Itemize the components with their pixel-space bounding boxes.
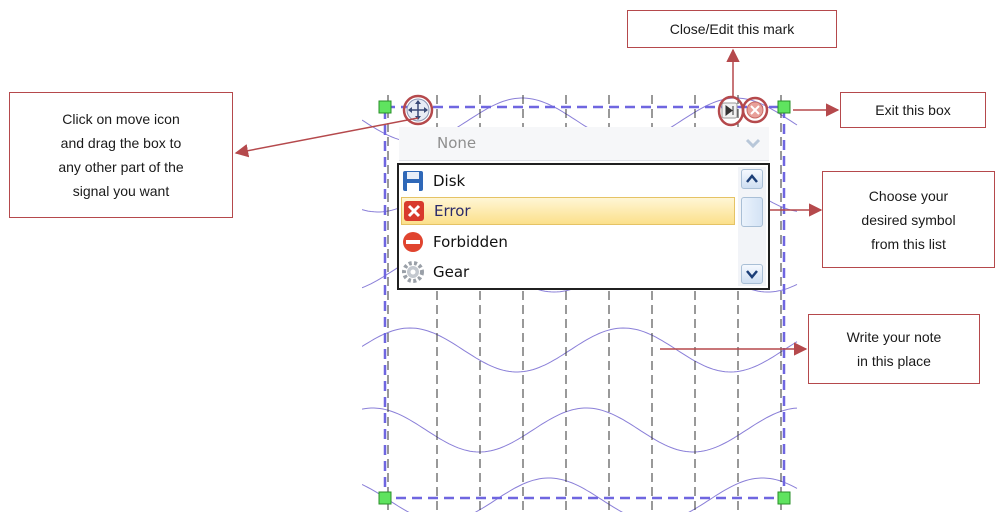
resize-handle-top-right[interactable] (777, 100, 791, 114)
list-item-error[interactable]: Error (401, 197, 735, 225)
callout-text: any other part of the (58, 159, 184, 175)
waveform-trace (362, 407, 798, 453)
resize-handle-top-left[interactable] (378, 100, 392, 114)
callout-text: from this list (871, 235, 946, 252)
symbol-dropdown-value: None (437, 134, 477, 152)
chevron-down-icon (746, 270, 758, 279)
chevron-up-icon (746, 174, 758, 183)
edit-mark-icon[interactable] (717, 95, 745, 127)
callout-note: Write your note in this place (808, 314, 980, 384)
list-item-forbidden[interactable]: Forbidden (401, 228, 735, 256)
scroll-up-button[interactable] (741, 169, 763, 189)
callout-text: Close/Edit this mark (669, 21, 795, 37)
callout-exit: Exit this box (840, 92, 986, 128)
scroll-thumb[interactable] (741, 197, 763, 227)
callout-text: and drag the box to (60, 135, 182, 151)
symbol-list[interactable]: Disk Error Forbidden Gear (397, 163, 770, 290)
waveform-trace (362, 477, 798, 512)
move-arrow (234, 117, 419, 158)
list-item-label: Error (434, 202, 471, 220)
list-scrollbar[interactable] (738, 167, 766, 286)
callout-text: signal you want (72, 183, 170, 199)
exit-box-icon[interactable] (741, 96, 769, 124)
list-item-gear[interactable]: Gear (401, 258, 735, 286)
resize-handle-bottom-right[interactable] (777, 491, 791, 505)
gear-icon (402, 261, 424, 283)
callout-symbol: Choose your desired symbol from this lis… (822, 171, 995, 268)
scroll-down-button[interactable] (741, 264, 763, 284)
resize-handle-bottom-left[interactable] (378, 491, 392, 505)
callout-close-edit: Close/Edit this mark (627, 10, 837, 48)
forbidden-icon (403, 232, 423, 252)
waveform-trace (362, 327, 798, 373)
callout-text: Write your note (846, 329, 942, 345)
symbol-dropdown[interactable]: None (399, 127, 769, 161)
callout-text: Click on move icon (62, 111, 180, 127)
list-item-disk[interactable]: Disk (401, 167, 735, 195)
callout-move: Click on move icon and drag the box to a… (9, 92, 233, 218)
error-icon (404, 201, 424, 221)
list-item-label: Gear (433, 263, 470, 281)
callout-text: Exit this box (875, 102, 951, 118)
callout-text: Choose your (868, 187, 949, 204)
list-item-label: Forbidden (433, 233, 508, 251)
disk-icon (403, 171, 423, 191)
list-item-label: Disk (433, 172, 466, 190)
chevron-down-icon[interactable] (743, 133, 763, 153)
callout-text: in this place (857, 353, 931, 369)
callout-text: desired symbol (861, 211, 956, 228)
